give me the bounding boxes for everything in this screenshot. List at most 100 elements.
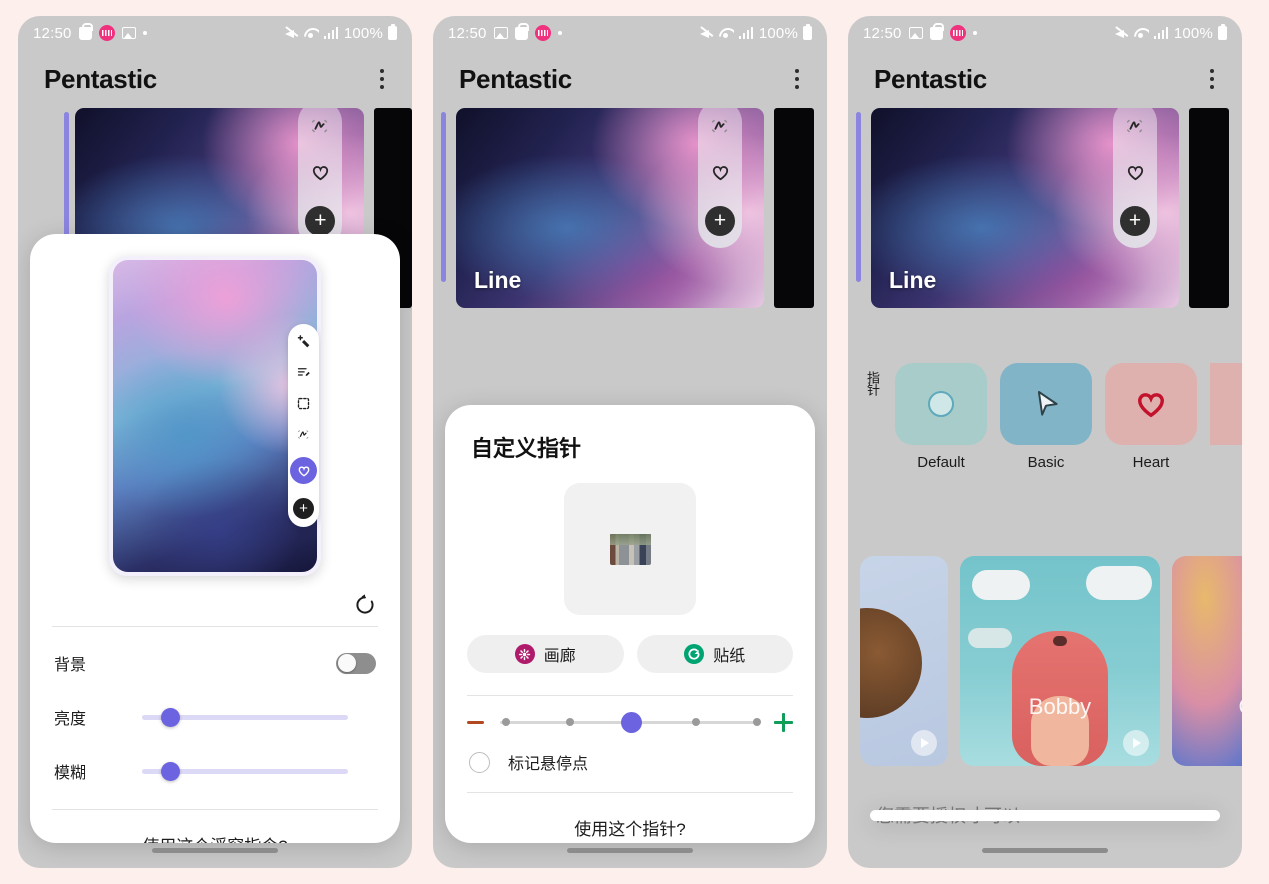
signature-icon[interactable] bbox=[708, 114, 732, 138]
sound-label: Bobby bbox=[1028, 694, 1092, 719]
phone-panel-1: 12:50 100% Pentastic + + 背景 亮度 模糊 bbox=[18, 16, 412, 868]
sound-card-partial[interactable] bbox=[860, 556, 948, 766]
edge-toolbar[interactable]: + bbox=[698, 108, 742, 248]
wallpaper-card[interactable]: Line + bbox=[456, 108, 764, 308]
page-title: Pentastic bbox=[874, 63, 987, 94]
home-indicator[interactable] bbox=[982, 847, 1108, 853]
pointer-tile[interactable] bbox=[1000, 363, 1092, 445]
home-indicator[interactable] bbox=[567, 847, 693, 853]
pointer-thumbnail-box[interactable] bbox=[564, 483, 696, 615]
signal-icon bbox=[1153, 27, 1169, 39]
sticker-chip-button[interactable]: 贴纸 bbox=[636, 635, 793, 673]
purple-edge-indicator bbox=[441, 112, 446, 282]
pointer-tile[interactable] bbox=[895, 363, 987, 445]
mark-hover-point-radio[interactable] bbox=[469, 751, 490, 773]
pointer-label: Heart bbox=[1132, 454, 1170, 471]
background-toggle[interactable] bbox=[336, 652, 376, 674]
app-bar-2: Pentastic bbox=[433, 50, 827, 108]
play-icon[interactable] bbox=[1123, 730, 1149, 756]
nav-bar-3 bbox=[848, 832, 1242, 868]
signature-icon[interactable] bbox=[1123, 114, 1147, 138]
heart-icon[interactable] bbox=[708, 160, 732, 184]
pointer-option-partial[interactable] bbox=[1210, 363, 1242, 454]
plus-icon[interactable] bbox=[774, 712, 793, 732]
sound-card-custom[interactable]: Custo bbox=[1172, 556, 1242, 766]
blur-slider[interactable] bbox=[142, 761, 348, 781]
setting-row-background: 背景 bbox=[30, 627, 400, 681]
battery-percent: 100% bbox=[758, 24, 798, 42]
heart-icon-selected[interactable] bbox=[290, 457, 317, 484]
status-time: 12:50 bbox=[863, 24, 902, 42]
slider-thumb[interactable] bbox=[160, 707, 180, 727]
arrow-pointer-icon bbox=[1037, 390, 1058, 416]
pink-badge-icon bbox=[534, 25, 551, 41]
slider-thumb[interactable] bbox=[160, 761, 180, 781]
pointer-tile[interactable] bbox=[1210, 363, 1242, 445]
heart-icon[interactable] bbox=[1123, 160, 1147, 184]
play-icon[interactable] bbox=[911, 730, 937, 756]
mark-hover-point-row[interactable]: 标记悬停点 bbox=[445, 732, 815, 792]
heart-icon[interactable] bbox=[308, 160, 332, 184]
magic-pen-icon[interactable] bbox=[295, 333, 312, 350]
slider-tick[interactable] bbox=[692, 718, 701, 726]
app-bar-3: Pentastic bbox=[848, 50, 1242, 108]
pointer-section-label: 指针 bbox=[866, 371, 880, 395]
wallpaper-card[interactable]: Line + bbox=[871, 108, 1179, 308]
slider-tick[interactable] bbox=[502, 718, 511, 726]
home-indicator[interactable] bbox=[152, 847, 278, 853]
floating-command-dialog: + 背景 亮度 模糊 bbox=[30, 234, 400, 843]
sticker-icon bbox=[684, 644, 705, 664]
pointer-option-basic[interactable]: Basic bbox=[1000, 363, 1092, 471]
slider-tick[interactable] bbox=[753, 718, 762, 726]
reset-icon[interactable] bbox=[352, 592, 378, 618]
plus-icon[interactable]: + bbox=[1120, 206, 1150, 236]
signal-icon bbox=[738, 27, 754, 39]
status-bar-3: 12:50 100% bbox=[848, 16, 1242, 50]
pointer-size-slider[interactable] bbox=[494, 711, 764, 733]
signal-icon bbox=[323, 27, 339, 39]
circle-pointer-icon bbox=[928, 391, 954, 417]
status-left-group: 12:50 bbox=[448, 22, 562, 42]
preview-edge-toolbar[interactable]: + bbox=[288, 324, 319, 527]
nav-bar-1 bbox=[18, 832, 412, 868]
plus-icon[interactable]: + bbox=[305, 206, 336, 236]
brightness-slider[interactable] bbox=[142, 707, 348, 727]
photo-icon bbox=[121, 27, 136, 39]
gallery-chip-button[interactable]: 画廊 bbox=[467, 635, 624, 673]
purple-edge-indicator bbox=[856, 112, 861, 282]
phone-panel-3: 12:50 100% Pentastic Line + 指针 Default B… bbox=[848, 16, 1242, 868]
signature-icon[interactable] bbox=[295, 426, 312, 443]
kebab-menu-icon[interactable] bbox=[785, 66, 809, 92]
edge-toolbar[interactable]: + bbox=[1113, 108, 1157, 248]
pointer-tile[interactable] bbox=[1105, 363, 1197, 445]
wifi-icon bbox=[1134, 27, 1149, 39]
pointer-option-default[interactable]: Default bbox=[895, 363, 987, 471]
shopping-bag-icon bbox=[929, 22, 944, 40]
preview-wallpaper bbox=[113, 260, 317, 572]
shopping-bag-icon bbox=[78, 22, 93, 40]
signature-icon[interactable] bbox=[308, 114, 332, 138]
wifi-icon bbox=[719, 27, 734, 39]
adjacent-dark-card bbox=[774, 108, 814, 308]
kebab-menu-icon[interactable] bbox=[1200, 66, 1224, 92]
note-icon[interactable] bbox=[295, 364, 312, 381]
mute-icon bbox=[1114, 27, 1129, 40]
pointer-label: Default bbox=[917, 454, 965, 471]
sound-label: Custo bbox=[1239, 694, 1242, 720]
pointer-option-heart[interactable]: Heart bbox=[1105, 363, 1197, 471]
kebab-menu-icon[interactable] bbox=[370, 66, 394, 92]
plus-icon[interactable]: + bbox=[293, 498, 314, 519]
setting-label-background: 背景 bbox=[54, 657, 87, 674]
crop-icon[interactable] bbox=[295, 395, 312, 412]
battery-percent: 100% bbox=[1173, 24, 1213, 42]
minus-icon[interactable] bbox=[467, 720, 484, 724]
wifi-icon bbox=[304, 27, 319, 39]
slider-tick[interactable] bbox=[565, 718, 574, 726]
slider-thumb[interactable] bbox=[620, 711, 642, 733]
edge-toolbar[interactable]: + bbox=[298, 108, 343, 248]
photo-icon bbox=[493, 27, 508, 39]
plus-icon[interactable]: + bbox=[705, 206, 735, 236]
sound-card-bobby[interactable]: Bobby bbox=[960, 556, 1160, 766]
wallpaper-card-row-3: Line + bbox=[848, 108, 1242, 308]
confirm-question: 使用这个声音? bbox=[870, 810, 1220, 821]
